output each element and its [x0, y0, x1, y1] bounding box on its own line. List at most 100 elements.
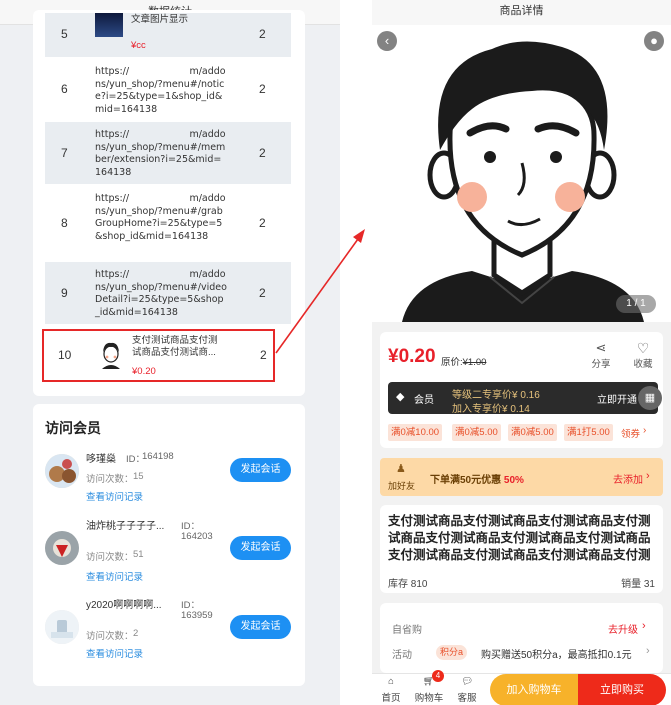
add-friend-promo[interactable]: ♟ 加好友 下单满50元优惠 50% 去添加 ›	[380, 458, 663, 496]
row-number: 7	[61, 146, 68, 160]
member-item: 哆瑾燊 ID： 164198 访问次数： 15 查看访问记录 发起会话	[45, 450, 295, 510]
get-coupon-link[interactable]: 领券	[621, 426, 640, 440]
row-count: 2	[259, 286, 266, 300]
coupon-tag[interactable]: 满0减10.00	[388, 424, 443, 441]
table-row[interactable]: 6 https:// m/addons/yun_shop/?menu#/noti…	[45, 60, 291, 120]
vip-join-price: 加入专享价¥ 0.14	[452, 404, 530, 415]
activity-text: 购买赠送50积分a，最高抵扣0.1元	[481, 650, 632, 661]
original-price-label: 原价:¥1.00	[441, 357, 487, 368]
sales-count: 销量 31	[621, 579, 655, 590]
product-thumbnail	[98, 339, 124, 369]
member-name: 哆瑾燊	[86, 454, 116, 465]
bottom-action-bar: ⌂ 首页 🛒︎ 购物车 4 💬︎ 客服 加入购物车 立即购买	[372, 670, 671, 705]
chevron-right-icon: ›	[646, 645, 650, 657]
promo-text: 下单满50元优惠 50%	[430, 475, 524, 486]
member-id: 164198	[142, 451, 174, 462]
start-chat-button[interactable]: 发起会话	[230, 536, 291, 560]
buy-now-button[interactable]: 立即购买	[578, 674, 666, 705]
product-title-card: 支付测试商品支付测试商品支付测试商品支付测试商品支付测试商品支付测试商品支付测试…	[380, 505, 663, 593]
visit-count: 51	[133, 549, 144, 560]
go-add-link[interactable]: 去添加	[613, 471, 643, 486]
vip-label: 会员	[414, 395, 434, 406]
member-id: 163959	[181, 610, 213, 621]
visit-count: 15	[133, 471, 144, 482]
table-row[interactable]: 8 https:// m/addons/yun_shop/?menu#/grab…	[45, 186, 291, 260]
visit-count-label: 访问次数：	[86, 631, 134, 642]
table-row-highlighted[interactable]: 10 支付测试商品支付测试商品支付测试商... ¥0.20 2	[42, 329, 275, 382]
user-icon[interactable]: ●	[644, 31, 664, 51]
member-item: 油炸桃子子子子... ID： 164203 访问次数： 51 查看访问记录 发起…	[45, 517, 295, 583]
upgrade-link[interactable]: 去升级	[608, 621, 638, 636]
points-tag: 积分a	[436, 645, 468, 660]
share-icon: ⋖	[595, 340, 607, 355]
image-pager: 1 / 1	[616, 295, 656, 313]
row-count: 2	[259, 216, 266, 230]
nav-cart[interactable]: 🛒︎ 购物车 4	[412, 670, 446, 704]
product-detail-title: 商品详情	[372, 0, 671, 25]
vip-bar[interactable]: ◆ 会员 等级二专享价¥ 0.16 加入专享价¥ 0.14 立即开通 ▦	[388, 382, 662, 415]
row-count: 2	[259, 27, 266, 41]
row-url[interactable]: https:// m/addons/yun_shop/?menu#/member…	[95, 129, 227, 179]
diamond-icon: ◆	[396, 391, 405, 403]
vip-open-button[interactable]: 立即开通	[597, 391, 637, 406]
chevron-right-icon: ›	[646, 470, 650, 482]
table-row[interactable]: 7 https:// m/addons/yun_shop/?menu#/memb…	[45, 122, 291, 184]
row-number: 6	[61, 82, 68, 96]
annotation-arrow	[275, 229, 365, 354]
row-url[interactable]: https:// m/addons/yun_shop/?menu#/notice…	[95, 66, 227, 116]
view-visit-record-link[interactable]: 查看访问记录	[86, 646, 143, 660]
member-item: y2020啊啊啊啊... ID： 163959 访问次数： 2 查看访问记录 发…	[45, 596, 295, 660]
row-price: ¥cc	[131, 40, 146, 51]
row-number: 8	[61, 216, 68, 230]
add-friend-label: 加好友	[388, 481, 416, 491]
article-thumbnail	[95, 13, 123, 37]
table-row[interactable]: 9 https:// m/addons/yun_shop/?menu#/vide…	[45, 262, 291, 324]
vip-level-price: 等级二专享价¥ 0.16	[452, 390, 540, 401]
member-name: y2020啊啊啊啊...	[86, 600, 162, 611]
view-visit-record-link[interactable]: 查看访问记录	[86, 489, 143, 503]
product-attributes-card: 自省购 去升级 › 活动 积分a 购买赠送50积分a，最高抵扣0.1元 ›	[380, 603, 663, 673]
nav-service[interactable]: 💬︎ 客服	[450, 676, 484, 704]
visit-count: 2	[133, 628, 139, 639]
table-row[interactable]: 5 文章图片显示 ¥cc 2	[45, 13, 291, 57]
row-number: 9	[61, 286, 68, 300]
member-avatar	[45, 454, 79, 488]
row-url[interactable]: https:// m/addons/yun_shop/?menu#/videoD…	[95, 269, 227, 319]
price-card: ¥0.20 原价:¥1.00 ⋖ 分享 ♡ 收藏 ◆ 会员 等级二专享价¥ 0.…	[380, 332, 663, 448]
visit-count-label: 访问次数：	[86, 474, 134, 485]
row-count: 2	[259, 82, 266, 96]
heart-icon: ♡	[636, 340, 650, 356]
view-visit-record-link[interactable]: 查看访问记录	[86, 569, 143, 583]
row-count: 2	[259, 146, 266, 160]
favorite-button[interactable]: ♡ 收藏	[628, 340, 658, 370]
start-chat-button[interactable]: 发起会话	[230, 615, 291, 639]
qrcode-icon[interactable]: ▦	[638, 386, 662, 410]
coupon-tag[interactable]: 满0减5.00	[452, 424, 501, 441]
product-detail-panel: 商品详情 ‹ ● 1 / 1 ¥0.20 原价:¥1.00 ⋖ 分享 ♡ 收藏 …	[372, 0, 671, 705]
member-avatar	[45, 531, 79, 565]
chevron-right-icon: ›	[643, 425, 647, 436]
start-chat-button[interactable]: 发起会话	[230, 458, 291, 482]
cart-badge: 4	[432, 670, 444, 682]
stock-count: 库存 810	[388, 579, 428, 590]
share-button[interactable]: ⋖ 分享	[586, 340, 616, 370]
member-avatar	[45, 610, 79, 644]
activity-label: 活动	[392, 650, 412, 661]
add-to-cart-button[interactable]: 加入购物车	[490, 674, 578, 705]
visiting-members-card: 访问会员 哆瑾燊 ID： 164198 访问次数： 15 查看访问记录 发起会话…	[33, 404, 305, 686]
row-title: 文章图片显示	[131, 14, 189, 25]
chat-icon: 💬︎	[460, 676, 474, 687]
product-name: 支付测试商品支付测试商品支付测试商品支付测试商品支付测试商品支付测试商品支付测试…	[388, 514, 651, 562]
promo-percent: 50%	[503, 475, 524, 486]
row-count: 2	[260, 348, 267, 362]
product-image[interactable]: ‹ ● 1 / 1	[372, 25, 671, 322]
row-url[interactable]: https:// m/addons/yun_shop/?menu#/grabGr…	[95, 193, 227, 243]
member-name: 油炸桃子子子子...	[86, 521, 165, 532]
coupon-tag[interactable]: 满0减5.00	[508, 424, 557, 441]
row-number: 5	[61, 27, 68, 41]
row-title: 支付测试商品支付测试商品支付测试商...	[132, 335, 218, 358]
back-icon[interactable]: ‹	[377, 31, 397, 51]
coupon-tag[interactable]: 满1打5.00	[564, 424, 613, 441]
nav-home[interactable]: ⌂ 首页	[374, 676, 408, 704]
home-icon: ⌂	[388, 676, 394, 687]
